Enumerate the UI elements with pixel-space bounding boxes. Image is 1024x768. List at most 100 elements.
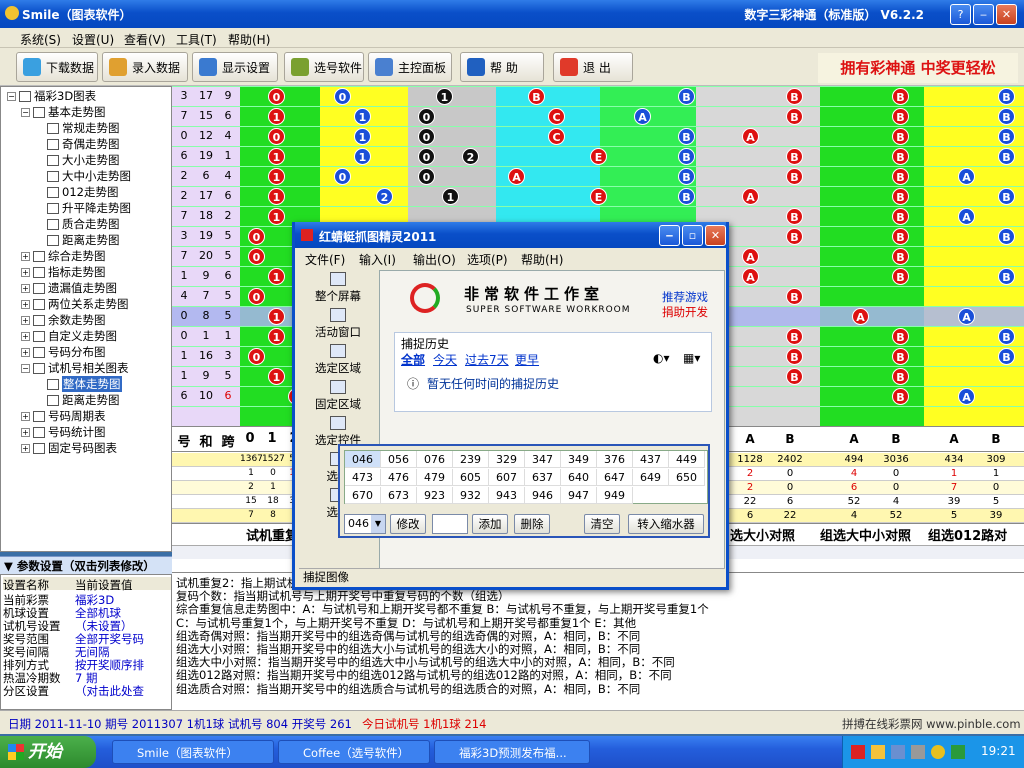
param-row[interactable]: 奖号间隔 无间隔 xyxy=(3,644,171,659)
param-list[interactable]: 设置名称 当前设置值 当前彩票 福彩3D 机球设置 全部机球 试机号设置 （未设置） 奖号范围 全… xyxy=(0,574,172,710)
tray-smile-icon[interactable] xyxy=(871,745,885,759)
collapse-icon[interactable]: ▼ xyxy=(4,559,13,573)
param-row[interactable]: 试机号设置 （未设置） xyxy=(3,618,171,633)
popup-menu-item[interactable]: 输入(I) xyxy=(359,251,396,268)
tree-item[interactable]: + 余数走势图 xyxy=(21,312,106,328)
tray-app-icon[interactable] xyxy=(851,745,865,759)
donate-link[interactable]: 捐助开发 xyxy=(662,304,708,320)
toolbar-button-2[interactable]: 显示设置 xyxy=(192,52,278,82)
tree-item[interactable]: − 试机号相关图表 xyxy=(21,360,129,376)
add-button[interactable]: 添加 xyxy=(472,514,508,534)
number-cell[interactable]: 076 xyxy=(417,451,453,468)
tree-item[interactable]: − 福彩3D图表 xyxy=(7,88,96,104)
number-cell[interactable]: 449 xyxy=(669,451,705,468)
history-tab-today[interactable]: 今天 xyxy=(433,351,457,368)
tree-item[interactable]: + 指标走势图 xyxy=(21,264,106,280)
chart-tree[interactable]: − 福彩3D图表 − 基本走势图 常规走势图 奇偶走势图 大小走势图 大中小走势图 012走势图… xyxy=(0,86,172,552)
tray-network-icon[interactable] xyxy=(891,745,905,759)
param-row[interactable]: 排列方式 按开奖顺序排 xyxy=(3,657,171,672)
tree-expand-icon[interactable]: − xyxy=(7,91,16,101)
number-cell[interactable]: 347 xyxy=(525,451,561,468)
number-cell[interactable]: 649 xyxy=(633,469,669,486)
number-cell[interactable]: 607 xyxy=(489,469,525,486)
send-to-filter-button[interactable]: 转入缩水器 xyxy=(628,514,704,534)
capture-mode-item[interactable]: 整个屏幕 xyxy=(299,270,377,306)
number-cell[interactable]: 437 xyxy=(633,451,669,468)
start-button[interactable]: 开始 xyxy=(0,736,96,768)
tray-plus-icon[interactable] xyxy=(931,745,945,759)
tree-expand-icon[interactable]: + xyxy=(21,443,30,453)
menu-view[interactable]: 查看(V) xyxy=(124,31,166,48)
task-smile[interactable]: Smile（图表软件） xyxy=(112,740,274,764)
param-row[interactable]: 分区设置 （对击此处查 xyxy=(3,683,171,698)
capture-mode-item[interactable]: 活动窗口 xyxy=(299,306,377,342)
tree-expand-icon[interactable]: + xyxy=(21,347,30,357)
tree-expand-icon[interactable]: − xyxy=(21,363,30,373)
param-row[interactable]: 奖号范围 全部开奖号码 xyxy=(3,631,171,646)
popup-minimize-button[interactable]: ‒ xyxy=(659,225,680,246)
toolbar-button-4[interactable]: 主控面板 xyxy=(368,52,452,82)
tree-expand-icon[interactable]: + xyxy=(21,299,30,309)
number-cell[interactable]: 949 xyxy=(597,487,633,504)
toolbar-button-5[interactable]: 帮 助 xyxy=(460,52,544,82)
number-cell[interactable]: 056 xyxy=(381,451,417,468)
tree-item[interactable]: 大小走势图 xyxy=(35,152,120,168)
tree-item[interactable]: + 号码统计图 xyxy=(21,424,106,440)
tree-item[interactable]: + 号码周期表 xyxy=(21,408,106,424)
popup-menu-item[interactable]: 选项(P) xyxy=(467,251,508,268)
popup-menu-item[interactable]: 帮助(H) xyxy=(521,251,563,268)
clear-button[interactable]: 清空 xyxy=(584,514,620,534)
toolbar-button-0[interactable]: 下载数据 xyxy=(16,52,98,82)
tree-expand-icon[interactable]: + xyxy=(21,411,30,421)
help-circle-icon[interactable]: ? xyxy=(950,4,971,25)
number-grid[interactable]: 046 056 076 239 329 347 349 376 437 449 473 476 479 6… xyxy=(344,450,708,504)
popup-close-button[interactable]: ✕ xyxy=(705,225,726,246)
capture-mode-item[interactable]: 固定区域 xyxy=(299,378,377,414)
close-button[interactable]: ✕ xyxy=(996,4,1017,25)
tree-item[interactable]: + 两位关系走势图 xyxy=(21,296,129,312)
number-cell[interactable]: 947 xyxy=(561,487,597,504)
number-cell[interactable]: 046 xyxy=(345,451,381,468)
tree-item[interactable]: 常规走势图 xyxy=(35,120,120,136)
number-cell[interactable]: 650 xyxy=(669,469,705,486)
tree-item[interactable]: 升平降走势图 xyxy=(35,200,131,216)
number-cell[interactable]: 946 xyxy=(525,487,561,504)
menu-tools[interactable]: 工具(T) xyxy=(176,31,217,48)
number-cell[interactable]: 923 xyxy=(417,487,453,504)
number-cell[interactable]: 329 xyxy=(489,451,525,468)
tree-expand-icon[interactable]: + xyxy=(21,331,30,341)
tree-item[interactable]: + 固定号码图表 xyxy=(21,440,117,456)
tray-shield-icon[interactable] xyxy=(951,745,965,759)
history-grid-icon[interactable]: ▦▾ xyxy=(683,351,700,365)
number-cell[interactable]: 932 xyxy=(453,487,489,504)
toolbar-button-6[interactable]: 退 出 xyxy=(553,52,633,82)
tray-volume-icon[interactable] xyxy=(911,745,925,759)
history-tab-7days[interactable]: 过去7天 xyxy=(465,351,509,368)
toolbar-button-1[interactable]: 录入数据 xyxy=(102,52,188,82)
tree-expand-icon[interactable]: − xyxy=(21,107,30,117)
tree-item[interactable]: 012走势图 xyxy=(35,184,118,200)
tree-expand-icon[interactable]: + xyxy=(21,267,30,277)
modify-button[interactable]: 修改 xyxy=(390,514,426,534)
tree-expand-icon[interactable]: + xyxy=(21,315,30,325)
task-fucai[interactable]: 福彩3D预测发布福... xyxy=(434,740,590,764)
menu-settings[interactable]: 设置(U) xyxy=(72,31,114,48)
number-cell[interactable]: 349 xyxy=(561,451,597,468)
tree-item[interactable]: 整体走势图 xyxy=(35,376,122,392)
tree-item[interactable]: 距离走势图 xyxy=(35,392,120,408)
tree-expand-icon[interactable]: + xyxy=(21,427,30,437)
menu-help[interactable]: 帮助(H) xyxy=(228,31,270,48)
number-cell[interactable]: 473 xyxy=(345,469,381,486)
history-tab-earlier[interactable]: 更早 xyxy=(515,351,539,368)
capture-mode-item[interactable]: 选定区域 xyxy=(299,342,377,378)
number-cell[interactable]: 476 xyxy=(381,469,417,486)
minimize-button[interactable]: ‒ xyxy=(973,4,994,25)
tree-item[interactable]: 奇偶走势图 xyxy=(35,136,120,152)
tree-item[interactable]: 距离走势图 xyxy=(35,232,120,248)
tree-item[interactable]: + 遗漏值走势图 xyxy=(21,280,117,296)
tree-item[interactable]: − 基本走势图 xyxy=(21,104,106,120)
number-cell[interactable]: 376 xyxy=(597,451,633,468)
number-cell[interactable]: 637 xyxy=(525,469,561,486)
number-cell[interactable]: 640 xyxy=(561,469,597,486)
number-input[interactable] xyxy=(432,514,468,534)
